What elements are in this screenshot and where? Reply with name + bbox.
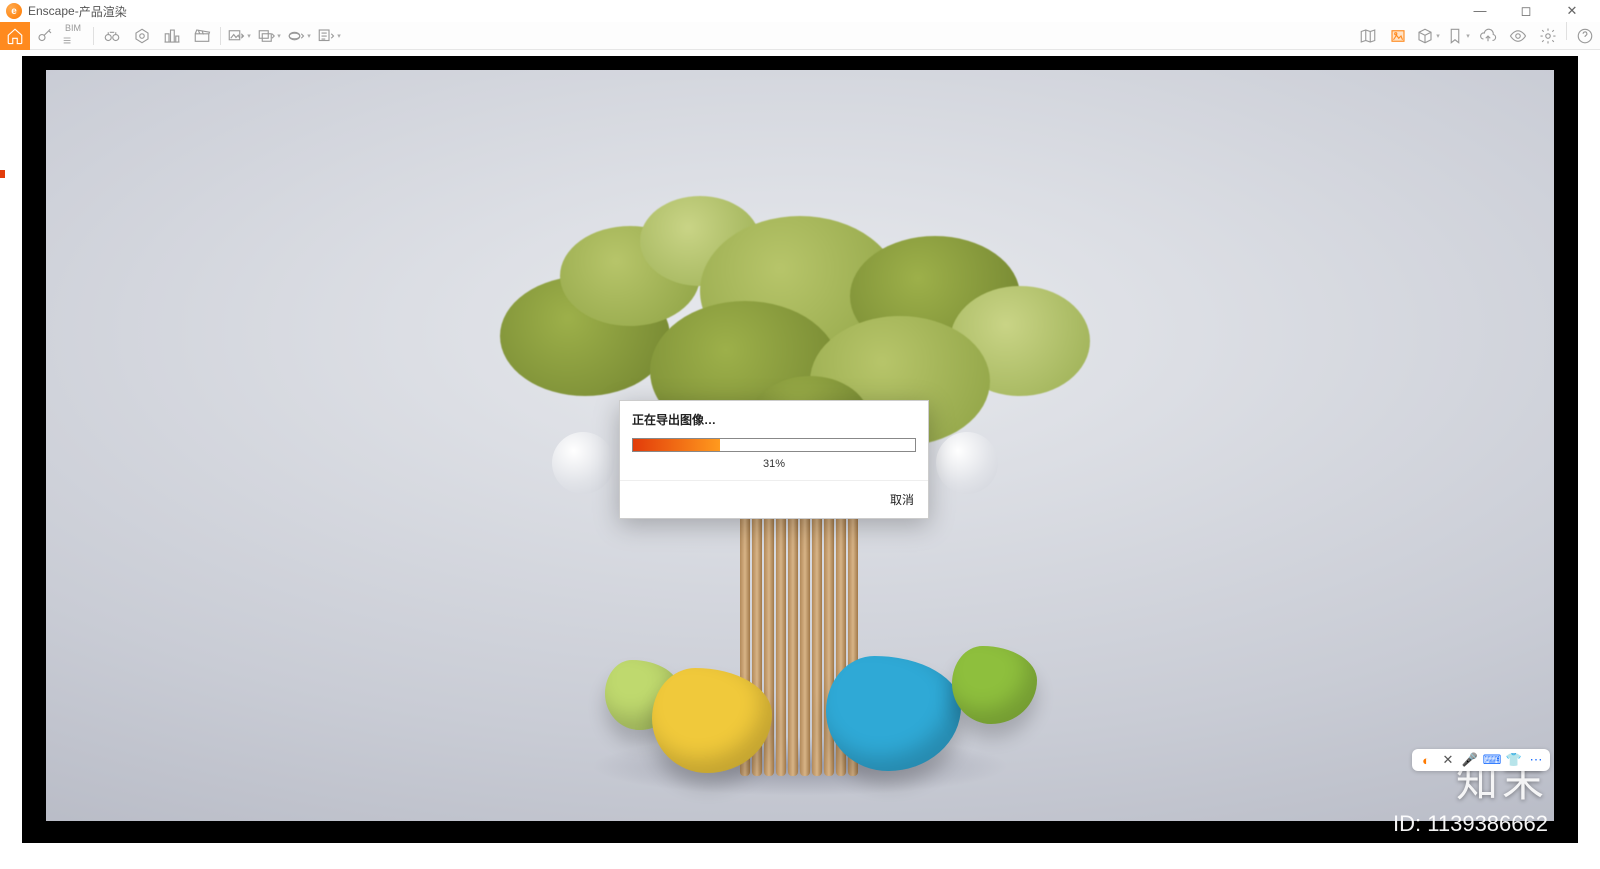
tray-mic-icon[interactable]: 🎤 bbox=[1462, 752, 1478, 768]
bim-info-button[interactable]: BIM ≡ bbox=[60, 22, 90, 50]
enscape-logo-icon: e bbox=[6, 3, 22, 19]
clapper-icon bbox=[193, 27, 211, 45]
tray-app-icon[interactable]: 👕 bbox=[1506, 752, 1522, 768]
settings-button[interactable] bbox=[1533, 22, 1563, 50]
bim-lines-icon: ≡ bbox=[63, 33, 69, 47]
dropdown-arrow-icon: ▾ bbox=[337, 32, 341, 40]
progress-bar bbox=[632, 438, 916, 452]
map-button[interactable] bbox=[1353, 22, 1383, 50]
export-batch-button[interactable]: ▾ bbox=[254, 22, 284, 50]
export-batch-icon bbox=[257, 27, 275, 45]
watermark-id: ID: 1139386662 bbox=[1393, 811, 1548, 837]
key-icon bbox=[36, 27, 54, 45]
left-ruler bbox=[0, 100, 6, 869]
visibility-button[interactable] bbox=[1503, 22, 1533, 50]
progress-fill bbox=[633, 439, 720, 451]
export-360-icon bbox=[287, 27, 305, 45]
home-icon bbox=[6, 27, 24, 45]
upload-cloud-icon bbox=[1479, 27, 1497, 45]
window-close-button[interactable]: ✕ bbox=[1558, 3, 1586, 19]
binoculars-button[interactable] bbox=[97, 22, 127, 50]
dropdown-arrow-icon: ▾ bbox=[1466, 32, 1470, 40]
binoculars-icon bbox=[103, 27, 121, 45]
main-toolbar: BIM ≡ ▾ ▾ ▾ ▾ ▾ ▾ bbox=[0, 22, 1600, 50]
orbit-view-button[interactable] bbox=[127, 22, 157, 50]
bookmarks-button[interactable]: ▾ bbox=[1443, 22, 1473, 50]
dropdown-arrow-icon: ▾ bbox=[247, 32, 251, 40]
render-canvas[interactable]: 正在导出图像… 31% 取消 知末 ID: 1139386662 ◐ ✕ 🎤 ⌨… bbox=[22, 56, 1578, 843]
bookmark-icon bbox=[1446, 27, 1464, 45]
tray-enscape-icon[interactable]: ◐ bbox=[1418, 752, 1434, 768]
window-titlebar: e Enscape - 产品渲染 — ◻ ✕ bbox=[0, 0, 1600, 22]
progress-percent: 31% bbox=[620, 454, 928, 480]
dropdown-arrow-icon: ▾ bbox=[1436, 32, 1440, 40]
toolbar-separator bbox=[93, 27, 94, 45]
dropdown-arrow-icon: ▾ bbox=[277, 32, 281, 40]
export-exe-button[interactable]: ▾ bbox=[314, 22, 344, 50]
document-title: 产品渲染 bbox=[79, 3, 127, 20]
system-tray: ◐ ✕ 🎤 ⌨ 👕 ⋯ bbox=[1412, 749, 1550, 771]
map-icon bbox=[1359, 27, 1377, 45]
video-editor-button[interactable] bbox=[187, 22, 217, 50]
gallery-button[interactable] bbox=[1383, 22, 1413, 50]
light-orb bbox=[552, 432, 614, 494]
site-context-button[interactable] bbox=[157, 22, 187, 50]
toolbar-separator bbox=[220, 27, 221, 45]
asset-box-icon bbox=[1416, 27, 1434, 45]
assets-button[interactable]: ▾ bbox=[1413, 22, 1443, 50]
view-orbit-icon bbox=[133, 27, 151, 45]
help-icon bbox=[1576, 27, 1594, 45]
export-exe-icon bbox=[317, 27, 335, 45]
tray-more-icon[interactable]: ⋯ bbox=[1528, 752, 1544, 768]
gallery-icon bbox=[1389, 27, 1407, 45]
dropdown-arrow-icon: ▾ bbox=[307, 32, 311, 40]
help-button[interactable] bbox=[1570, 22, 1600, 50]
license-key-button[interactable] bbox=[30, 22, 60, 50]
cancel-button[interactable]: 取消 bbox=[890, 491, 914, 508]
window-minimize-button[interactable]: — bbox=[1466, 3, 1494, 19]
export-pano-button[interactable]: ▾ bbox=[284, 22, 314, 50]
tray-close-icon[interactable]: ✕ bbox=[1440, 752, 1456, 768]
export-progress-dialog: 正在导出图像… 31% 取消 bbox=[619, 400, 929, 519]
seat-object bbox=[952, 646, 1037, 724]
eye-icon bbox=[1509, 27, 1527, 45]
toolbar-separator bbox=[1566, 22, 1567, 40]
app-name: Enscape bbox=[28, 4, 75, 18]
upload-button[interactable] bbox=[1473, 22, 1503, 50]
home-button[interactable] bbox=[0, 22, 30, 50]
cityscape-icon bbox=[163, 27, 181, 45]
tray-keyboard-icon[interactable]: ⌨ bbox=[1484, 752, 1500, 768]
viewport: 正在导出图像… 31% 取消 知末 ID: 1139386662 ◐ ✕ 🎤 ⌨… bbox=[0, 50, 1600, 869]
dialog-title: 正在导出图像… bbox=[620, 401, 928, 434]
export-image-icon bbox=[227, 27, 245, 45]
window-maximize-button[interactable]: ◻ bbox=[1512, 3, 1540, 19]
export-image-button[interactable]: ▾ bbox=[224, 22, 254, 50]
gear-icon bbox=[1539, 27, 1557, 45]
light-orb bbox=[936, 432, 998, 494]
